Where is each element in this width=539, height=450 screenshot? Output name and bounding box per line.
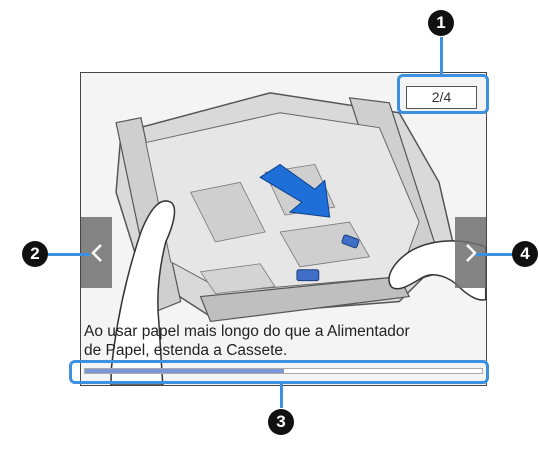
callout-3: 3 (268, 409, 294, 435)
highlight-progress-bar (69, 360, 489, 384)
printer-screen: 2/4 Ao usar papel mais longo do que a Al… (80, 72, 487, 386)
callout-1: 1 (428, 10, 454, 36)
leader-line-1 (440, 37, 443, 74)
highlight-page-indicator (397, 74, 489, 114)
chevron-left-icon (90, 243, 102, 262)
leader-line-3 (280, 384, 283, 408)
leader-line-2 (48, 253, 90, 256)
help-caption: Ao usar papel mais longo do que a Alimen… (84, 323, 410, 359)
callout-2: 2 (22, 241, 48, 267)
callout-4: 4 (512, 241, 538, 267)
leader-line-4 (476, 253, 516, 256)
help-screen-diagram: 2/4 Ao usar papel mais longo do que a Al… (0, 0, 539, 450)
